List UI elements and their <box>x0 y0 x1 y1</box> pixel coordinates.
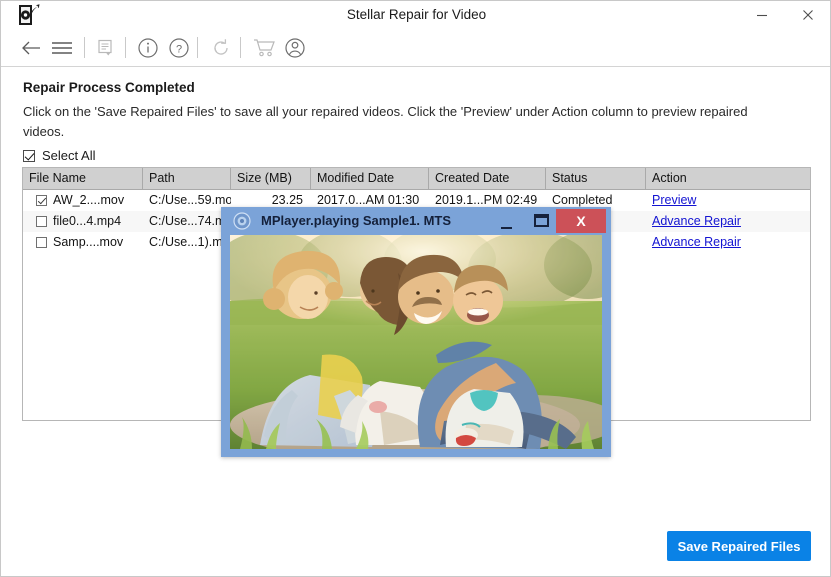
file-name-text: AW_2....mov <box>53 190 124 211</box>
mplayer-close-button[interactable]: X <box>556 209 606 233</box>
cell-path: C:/Use...59.mov <box>143 190 231 211</box>
column-header-size[interactable]: Size (MB) <box>231 168 311 189</box>
cell-path: C:/Use...1).m <box>143 232 231 253</box>
row-checkbox[interactable] <box>36 195 47 206</box>
back-arrow-icon[interactable] <box>19 33 45 63</box>
help-icon[interactable]: ? <box>166 33 192 63</box>
advance-repair-link[interactable]: Advance Repair <box>652 235 741 249</box>
mplayer-video-surface[interactable] <box>230 235 602 449</box>
cell-action: Advance Repair <box>646 232 810 253</box>
cell-file-name: Samp....mov <box>23 232 143 253</box>
minimize-button[interactable] <box>739 1 785 28</box>
log-report-icon[interactable] <box>93 33 119 63</box>
title-bar: Stellar Repair for Video <box>1 1 831 30</box>
preview-link[interactable]: Preview <box>652 193 696 207</box>
column-header-action[interactable]: Action <box>646 168 810 189</box>
cell-file-name: AW_2....mov <box>23 190 143 211</box>
refresh-icon[interactable] <box>208 33 234 63</box>
mplayer-title: MPlayer.playing Sample1. MTS <box>261 207 451 235</box>
advance-repair-link[interactable]: Advance Repair <box>652 214 741 228</box>
table-header-row: File Name Path Size (MB) Modified Date C… <box>23 168 810 190</box>
toolbar: ? <box>1 29 831 67</box>
column-header-created-date[interactable]: Created Date <box>429 168 546 189</box>
column-header-modified-date[interactable]: Modified Date <box>311 168 429 189</box>
page-title: Repair Process Completed <box>23 80 195 95</box>
cell-path: C:/Use...74.m <box>143 211 231 232</box>
info-icon[interactable] <box>135 33 161 63</box>
mplayer-logo-icon <box>233 212 251 230</box>
mplayer-title-bar[interactable]: MPlayer.playing Sample1. MTS X <box>221 207 611 235</box>
page-description: Click on the 'Save Repaired Files' to sa… <box>23 102 763 142</box>
window-title: Stellar Repair for Video <box>1 1 831 29</box>
close-button[interactable] <box>785 1 831 28</box>
cell-file-name: file0...4.mp4 <box>23 211 143 232</box>
select-all-label: Select All <box>42 148 95 163</box>
hamburger-menu-icon[interactable] <box>49 33 75 63</box>
row-checkbox[interactable] <box>36 216 47 227</box>
application-window: Stellar Repair for Video <box>0 0 831 577</box>
column-header-path[interactable]: Path <box>143 168 231 189</box>
cell-action: Preview <box>646 190 810 211</box>
column-header-status[interactable]: Status <box>546 168 646 189</box>
account-icon[interactable] <box>282 33 308 63</box>
svg-text:?: ? <box>176 44 182 56</box>
file-name-text: file0...4.mp4 <box>53 211 121 232</box>
column-header-file-name[interactable]: File Name <box>23 168 143 189</box>
mplayer-window[interactable]: MPlayer.playing Sample1. MTS X <box>221 207 611 457</box>
select-all-row[interactable]: Select All <box>23 148 95 163</box>
save-repaired-files-button[interactable]: Save Repaired Files <box>667 531 811 561</box>
select-all-checkbox[interactable] <box>23 150 35 162</box>
file-name-text: Samp....mov <box>53 232 123 253</box>
mplayer-minimize-button[interactable] <box>495 213 517 229</box>
video-frame-image <box>230 235 602 449</box>
cell-action: Advance Repair <box>646 211 810 232</box>
cart-icon[interactable] <box>251 33 279 63</box>
mplayer-maximize-button[interactable] <box>534 214 549 227</box>
row-checkbox[interactable] <box>36 237 47 248</box>
